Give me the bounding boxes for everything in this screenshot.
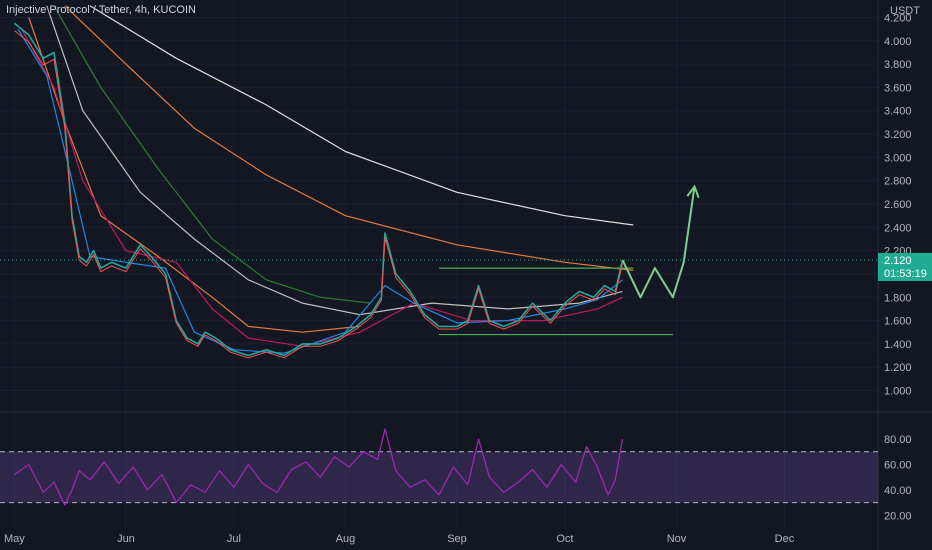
price-axis-tick: 4.000 xyxy=(884,36,912,48)
price-series-line xyxy=(13,22,624,357)
moving-average-line xyxy=(89,5,634,226)
price-axis-tick: 3.800 xyxy=(884,59,912,71)
rsi-axis-tick: 20.00 xyxy=(884,510,912,522)
price-axis-tick: 2.400 xyxy=(884,222,912,234)
rsi-axis-tick: 40.00 xyxy=(884,485,912,497)
price-axis-tick: 1.400 xyxy=(884,339,912,351)
price-axis-tick: 1.800 xyxy=(884,292,912,304)
price-axis-tick: 2.600 xyxy=(884,199,912,211)
moving-average-line xyxy=(21,28,623,347)
price-series-low-line xyxy=(14,30,623,359)
price-axis-tick: 3.200 xyxy=(884,129,912,141)
date-axis-tick: Sep xyxy=(447,533,467,545)
date-axis-tick: Jun xyxy=(117,533,135,545)
chart-canvas: USDT4.2004.0003.8003.6003.4003.2003.0002… xyxy=(0,0,932,550)
rsi-axis-tick: 60.00 xyxy=(884,459,912,471)
moving-average-line xyxy=(64,5,634,271)
price-axis-tick: 2.800 xyxy=(884,176,912,188)
date-axis-tick: Jul xyxy=(227,533,241,545)
chart-title: Injective Protocol / Tether, 4h, KUCOIN xyxy=(6,4,196,16)
price-axis-tick: 1.200 xyxy=(884,362,912,374)
price-axis-tick: 1.600 xyxy=(884,316,912,328)
date-axis-tick: May xyxy=(4,533,25,545)
date-axis-tick: Oct xyxy=(556,533,573,545)
price-axis-tick: 4.200 xyxy=(884,12,912,24)
price-axis-tick: 3.400 xyxy=(884,106,912,118)
projection-arrow-path xyxy=(621,186,696,299)
price-axis-tick: 3.600 xyxy=(884,82,912,94)
price-axis-tick: 3.000 xyxy=(884,152,912,164)
rsi-axis-tick: 80.00 xyxy=(884,434,912,446)
date-axis-tick: Aug xyxy=(336,533,356,545)
price-axis-tick: 1.000 xyxy=(884,386,912,398)
date-axis-tick: Nov xyxy=(667,533,687,545)
date-axis-tick: Dec xyxy=(775,533,795,545)
current-price-value: 2.120 xyxy=(884,255,912,267)
current-price-countdown: 01:53:19 xyxy=(884,268,927,280)
